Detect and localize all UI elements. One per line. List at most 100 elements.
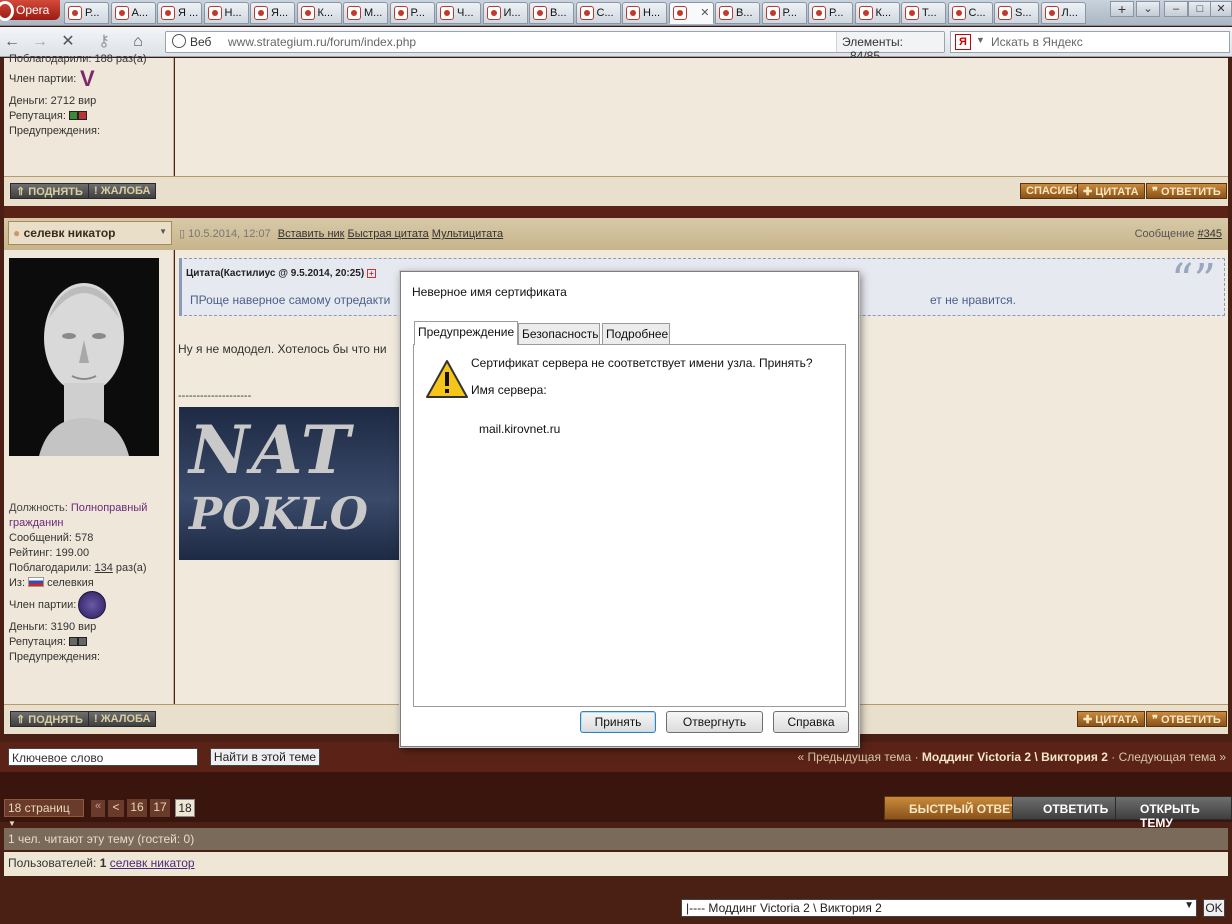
browser-tab[interactable]: В... <box>529 2 574 24</box>
browser-tab[interactable]: К... <box>854 2 900 24</box>
browser-tab[interactable]: М... <box>343 2 388 24</box>
home-icon[interactable]: ⌂ <box>126 32 150 52</box>
maximize-icon[interactable]: □ <box>1188 1 1212 17</box>
prev-topic-link[interactable]: « Предыдущая тема <box>798 750 912 764</box>
tab-menu-icon[interactable]: ⌄ <box>1136 1 1160 17</box>
post2-up-button[interactable]: ⇑ ПОДНЯТЬ <box>10 711 89 727</box>
key-icon[interactable]: ⚷ <box>92 32 116 52</box>
browser-tab[interactable]: S... <box>994 2 1039 24</box>
accept-button[interactable]: Принять <box>580 711 656 733</box>
forum-jump-select[interactable]: |---- Моддинг Victoria 2 \ Виктория 2 ▼ <box>681 899 1197 917</box>
quick-reply-button[interactable]: БЫСТРЫЙ ОТВЕТ <box>884 796 1027 820</box>
browser-tab[interactable]: Я ... <box>157 2 202 24</box>
quote-source-icon[interactable]: + <box>366 269 376 278</box>
quick-quote-link[interactable]: Быстрая цитата <box>348 228 429 240</box>
yandex-icon[interactable]: Я <box>955 34 971 50</box>
tab-details[interactable]: Подробнее <box>602 323 670 344</box>
browser-tab[interactable]: Н... <box>203 2 249 24</box>
rep-minus-icon[interactable] <box>68 637 78 646</box>
from-label: Из: <box>9 577 26 589</box>
keyword-search-input[interactable]: Ключевое слово <box>8 748 198 766</box>
message-number-link[interactable]: #345 <box>1198 228 1222 240</box>
back-icon[interactable]: ← <box>0 32 24 52</box>
server-name-value: mail.kirovnet.ru <box>479 422 561 436</box>
new-topic-button[interactable]: ОТКРЫТЬ ТЕМУ <box>1115 796 1232 830</box>
browser-tab[interactable]: К... <box>296 2 342 24</box>
browser-tab-label: Ч... <box>457 7 474 19</box>
page-link[interactable]: 16 <box>127 799 147 817</box>
post2-reply-button[interactable]: ❞ ОТВЕТИТЬ <box>1146 711 1227 727</box>
next-topic-link[interactable]: Следующая тема » <box>1119 750 1226 764</box>
dialog-panel: Сертификат сервера не соответствует имен… <box>413 344 846 707</box>
page-link[interactable]: 17 <box>150 799 170 817</box>
chevron-down-icon: ▼ <box>1184 900 1194 911</box>
post1-warnings: Предупреждения: <box>9 125 101 137</box>
new-tab-icon[interactable]: + <box>1110 1 1134 17</box>
post2-posts: Сообщений: 578 <box>9 532 94 544</box>
tab-security[interactable]: Безопасность <box>518 323 600 344</box>
post1-reply-button[interactable]: ❞ ОТВЕТИТЬ <box>1146 183 1227 199</box>
rep-plus-icon[interactable] <box>77 637 87 646</box>
help-button[interactable]: Справка <box>773 711 849 733</box>
post1-up-button[interactable]: ⇑ ПОДНЯТЬ <box>10 183 89 199</box>
opera-label: Opera <box>16 3 50 17</box>
forward-icon[interactable]: → <box>28 32 52 52</box>
post1-quote-button[interactable]: ✚ ЦИТАТА <box>1077 183 1145 199</box>
close-window-icon[interactable]: ✕ <box>1210 1 1232 17</box>
url-text[interactable]: www.strategium.ru/forum/index.php <box>228 35 416 49</box>
browser-tab[interactable]: Р... <box>389 2 435 24</box>
forum-jump-ok-button[interactable]: OK <box>1203 899 1225 917</box>
new-topic-label: ОТКРЫТЬ ТЕМУ <box>1140 802 1200 830</box>
browser-tab[interactable]: Р... <box>808 2 853 24</box>
prev-page-button[interactable]: < <box>108 800 124 817</box>
rep-plus-icon[interactable] <box>77 111 87 120</box>
post2-author-menu[interactable]: ● селевк никатор ▼ <box>8 221 172 245</box>
close-tab-icon[interactable]: ✕ <box>700 6 709 19</box>
post1-body <box>175 58 1228 176</box>
stop-icon[interactable]: ✕ <box>56 32 80 52</box>
first-page-button[interactable]: « <box>91 800 105 817</box>
browser-tab[interactable]: Я... <box>250 2 295 24</box>
browser-tab[interactable]: ✕ <box>668 2 714 24</box>
post2-rating: Рейтинг: 199.00 <box>9 547 90 559</box>
browser-tab[interactable]: С... <box>947 2 993 24</box>
yandex-search-box[interactable]: Я ▼ Искать в Яндекс <box>950 31 1230 53</box>
multi-quote-link[interactable]: Мультицитата <box>432 228 503 240</box>
post2-reputation: Репутация: <box>9 635 87 650</box>
browser-tab[interactable]: Р... <box>761 2 807 24</box>
browser-tab[interactable]: И... <box>482 2 528 24</box>
browser-tab[interactable]: Н... <box>622 2 667 24</box>
signature-banner: NAT POKLO <box>179 407 401 560</box>
browser-tab[interactable]: С... <box>575 2 621 24</box>
browser-tab[interactable]: Ч... <box>436 2 481 24</box>
rep-minus-icon[interactable] <box>68 111 78 120</box>
opera-menu-button[interactable]: Opera <box>0 0 60 21</box>
browser-tab[interactable]: Т... <box>901 2 946 24</box>
site-favicon-icon <box>998 6 1012 20</box>
thanks-count-link[interactable]: 134 <box>95 562 113 574</box>
browser-tab-label: В... <box>550 7 567 19</box>
browser-tab-label: М... <box>364 7 383 19</box>
reply-label: ОТВЕТИТЬ <box>1043 802 1109 816</box>
post2-report-button[interactable]: ! ЖАЛОБА <box>88 711 157 727</box>
reply-button[interactable]: ОТВЕТИТЬ <box>1012 796 1118 820</box>
forum-jump-bar: |---- Моддинг Victoria 2 \ Виктория 2 ▼ … <box>0 888 1232 924</box>
current-forum-link[interactable]: Моддинг Victoria 2 \ Виктория 2 <box>922 750 1108 764</box>
reader-user-link[interactable]: селевк никатор <box>110 856 195 870</box>
insert-nick-link[interactable]: Вставить ник <box>278 228 345 240</box>
site-favicon-icon <box>393 6 408 20</box>
browser-tab[interactable]: В... <box>715 2 760 24</box>
post2-quote-button[interactable]: ✚ ЦИТАТА <box>1077 711 1145 727</box>
search-dropdown-icon[interactable]: ▼ <box>976 35 985 45</box>
post1-report-button[interactable]: ! ЖАЛОБА <box>88 183 157 199</box>
minimize-icon[interactable]: – <box>1164 1 1188 17</box>
browser-tab[interactable]: Л... <box>1040 2 1086 24</box>
browser-tab[interactable]: Р... <box>64 2 109 24</box>
search-topic-button[interactable]: Найти в этой теме <box>210 748 320 766</box>
pages-dropdown[interactable]: 18 страниц ▼ <box>4 799 84 828</box>
browser-tab[interactable]: А... <box>110 2 156 24</box>
tab-warning[interactable]: Предупреждение <box>414 321 519 345</box>
site-favicon-icon <box>579 6 594 20</box>
reject-button[interactable]: Отвергнуть <box>666 711 763 733</box>
address-bar[interactable]: Веб www.strategium.ru/forum/index.php Эл… <box>165 31 945 63</box>
